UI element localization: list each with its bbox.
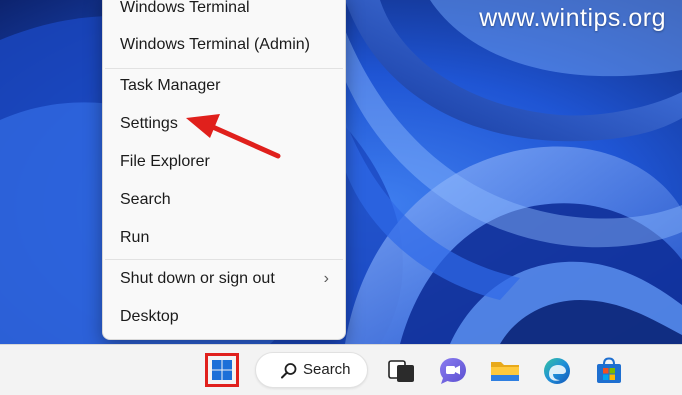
chat-button[interactable] (436, 354, 470, 388)
taskbar: Search (0, 344, 682, 395)
edge-browser-button[interactable] (540, 354, 574, 388)
microsoft-store-icon (597, 357, 621, 383)
file-explorer-button[interactable] (488, 354, 522, 388)
menu-item-windows-terminal-admin[interactable]: Windows Terminal (Admin) (103, 28, 345, 62)
menu-item-search[interactable]: Search (103, 183, 345, 217)
task-view-button[interactable] (385, 354, 419, 388)
task-view-icon (388, 360, 414, 382)
edge-browser-icon (544, 358, 570, 384)
menu-divider (105, 259, 343, 260)
taskbar-search-box[interactable]: Search (255, 352, 368, 388)
file-explorer-icon (491, 362, 519, 381)
menu-item-label: Shut down or sign out (120, 270, 275, 287)
desktop-screen: www.wintips.org Windows Terminal Windows… (0, 0, 682, 395)
start-context-menu: Windows Terminal Windows Terminal (Admin… (102, 0, 346, 340)
menu-item-shut-down-or-sign-out[interactable]: Shut down or sign out › (103, 262, 345, 296)
microsoft-store-button[interactable] (592, 354, 626, 388)
menu-item-run[interactable]: Run (103, 221, 345, 255)
watermark-text: www.wintips.org (479, 4, 666, 32)
chevron-right-icon: › (323, 270, 329, 287)
menu-item-task-manager[interactable]: Task Manager (103, 69, 345, 103)
menu-item-windows-terminal[interactable]: Windows Terminal (103, 0, 345, 25)
search-label: Search (303, 361, 351, 378)
chat-icon (440, 358, 466, 384)
start-button[interactable] (205, 353, 239, 387)
annotation-arrow-icon (186, 114, 281, 159)
menu-item-desktop[interactable]: Desktop (103, 300, 345, 334)
windows-start-icon (212, 360, 232, 380)
search-icon (281, 363, 297, 379)
